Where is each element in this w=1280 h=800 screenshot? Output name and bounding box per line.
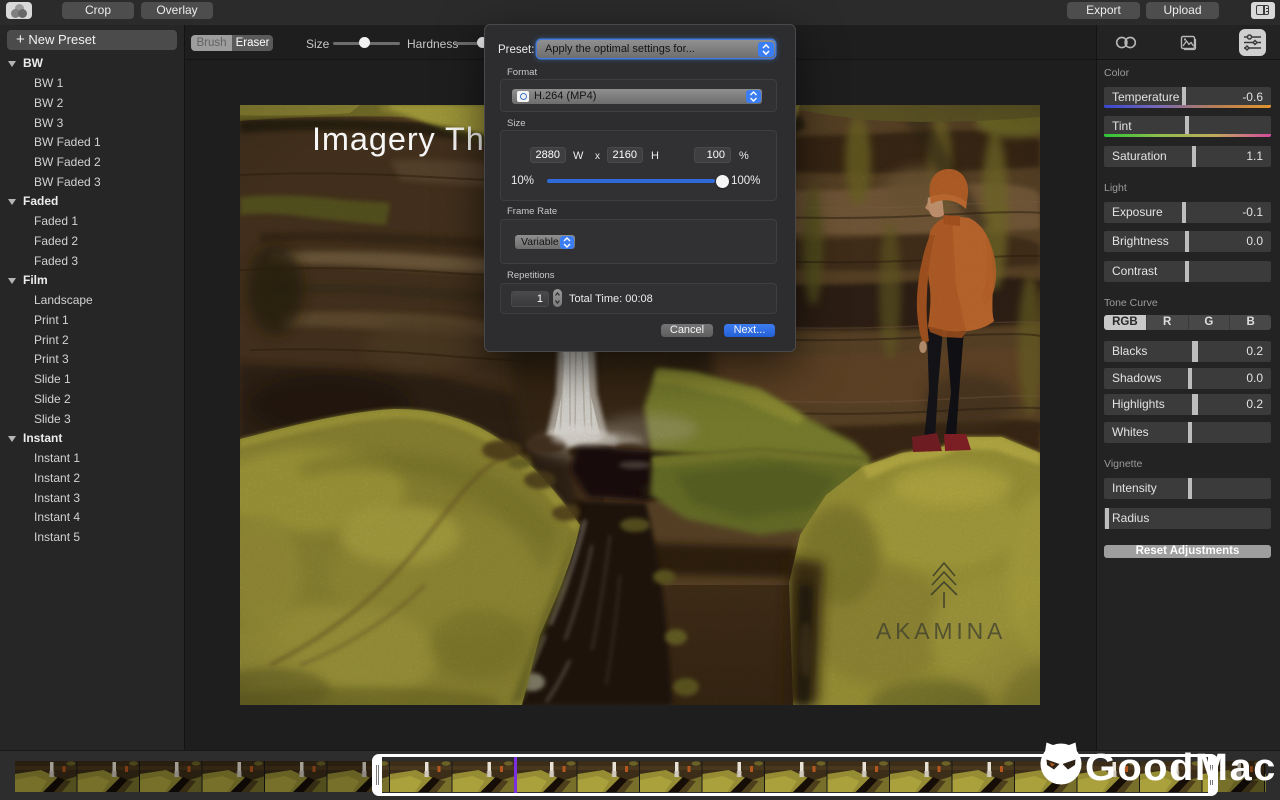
svg-text:AKAMINA: AKAMINA xyxy=(876,618,1006,644)
